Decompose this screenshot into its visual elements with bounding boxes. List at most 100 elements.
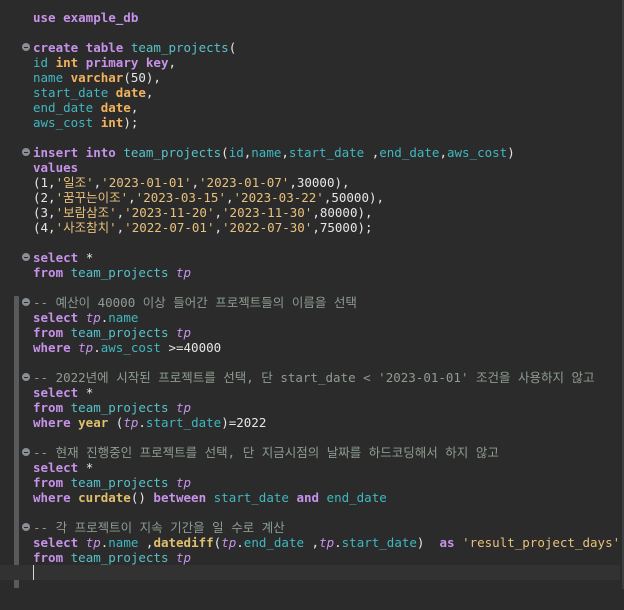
code-line[interactable]: where tp.aws_cost >=40000 [0,340,620,355]
token: -- 2022년에 시작된 프로젝트를 선택, 단 start_date < '… [33,370,595,385]
code-line[interactable]: select tp.name ,datediff(tp.end_date ,tp… [0,535,620,550]
token: () [130,490,154,505]
token: team_projects [130,40,229,55]
token: tp [176,475,192,490]
token: name [33,70,71,85]
token: select [33,535,86,550]
code-line[interactable]: where curdate() between start_date and e… [0,490,620,505]
token: (4, [33,220,56,235]
token: ( [221,145,229,160]
code-line[interactable]: values [0,160,620,175]
code-line[interactable]: (4,'사조참치','2022-07-01','2022-07-30',7500… [0,220,620,235]
token: )=2022 [221,415,267,430]
code-line[interactable]: (2,'꿈꾸는이조','2023-03-15','2023-03-22',500… [0,190,620,205]
fold-collapse-icon[interactable] [22,523,30,531]
token: , [145,85,154,100]
code-line[interactable]: -- 현재 진행중인 프로젝트를 선택, 단 지금시점의 날짜를 하드코딩해서 … [0,445,620,460]
code-line[interactable]: start_date date, [0,85,620,100]
token: '2023-11-20' [124,205,215,220]
code-line[interactable]: select * [0,385,620,400]
code-line[interactable]: aws_cost int); [0,115,620,130]
code-line[interactable]: from team_projects tp [0,325,620,340]
token: '2023-01-07' [199,175,290,190]
token: , [281,145,289,160]
code-line[interactable]: select tp.name [0,310,620,325]
fold-collapse-icon[interactable] [22,373,30,381]
code-line[interactable]: create table team_projects( [0,40,620,55]
token: '꿈꾸는이조' [55,190,129,205]
token: , [214,220,223,235]
token: tp [85,310,101,325]
token: tp [78,340,94,355]
code-line[interactable]: from team_projects tp [0,265,620,280]
sql-editor[interactable]: use example_db create table team_project… [0,0,624,589]
token: id [33,55,56,70]
code-line[interactable]: -- 예산이 40000 이상 들어간 프로젝트들의 이름을 선택 [0,295,620,310]
token: primary key [85,55,169,70]
code-line[interactable]: use example_db [0,10,620,25]
token: where [33,490,79,505]
token: select [33,310,86,325]
token: aws_cost [447,145,508,160]
token: from [33,475,71,490]
token: tp [176,325,192,340]
token: tp [85,535,101,550]
code-line[interactable]: from team_projects tp [0,400,620,415]
code-line[interactable]: select * [0,460,620,475]
token: * [85,385,94,400]
token: where [33,340,79,355]
token: start_date [288,145,372,160]
token: tp [221,535,237,550]
token: '2023-11-30' [222,205,313,220]
token: name [251,145,282,160]
token: . [334,535,342,550]
code-line[interactable]: (1,'일조','2023-01-01','2023-01-07',30000)… [0,175,620,190]
token: ) [416,535,440,550]
code-line[interactable]: -- 각 프로젝트이 지속 기간을 일 수로 계산 [0,520,620,535]
code-line[interactable]: from team_projects tp [0,550,620,565]
token: ,50000), [323,190,385,205]
code-line[interactable]: name varchar(50), [0,70,620,85]
token: tp [176,265,192,280]
fold-collapse-icon[interactable] [22,448,30,456]
token: name [108,310,139,325]
token: date [100,100,131,115]
current-line[interactable] [0,565,620,580]
fold-collapse-icon[interactable] [22,148,30,156]
code-line[interactable]: insert into team_projects(id,name,start_… [0,145,620,160]
token: int [100,115,124,130]
token: '2023-03-22' [233,190,324,205]
token: '2023-03-15' [135,190,226,205]
code-line[interactable]: end_date date, [0,100,620,115]
token: tp [319,535,335,550]
token: team_projects [70,265,176,280]
token: , [130,100,139,115]
fold-collapse-icon[interactable] [22,298,30,306]
token: aws_cost [33,115,101,130]
token: ,30000), [289,175,350,190]
token: curdate [78,490,131,505]
code-line[interactable]: from team_projects tp [0,475,620,490]
token: as [439,535,463,550]
token: (3, [33,205,56,220]
token: . [93,340,101,355]
token: (50), [123,70,161,85]
token: , [128,190,136,205]
token: where [33,415,79,430]
token: start_date [33,85,116,100]
token: and [296,490,327,505]
code-line[interactable]: (3,'보람삼조','2023-11-20','2023-11-30',8000… [0,205,620,220]
token: 'result_project_days' [462,535,621,550]
token: from [33,325,71,340]
fold-collapse-icon[interactable] [22,253,30,261]
code-line[interactable]: select * [0,250,620,265]
token: * [85,460,94,475]
code-line[interactable]: id int primary key, [0,55,620,70]
token: end_date [33,100,101,115]
token: end_date [379,145,440,160]
fold-collapse-icon[interactable] [22,43,30,51]
code-line[interactable]: -- 2022년에 시작된 프로젝트를 선택, 단 start_date < '… [0,370,620,385]
token: (1, [33,175,56,190]
token: (2, [33,190,56,205]
code-line[interactable]: where year (tp.start_date)=2022 [0,415,620,430]
